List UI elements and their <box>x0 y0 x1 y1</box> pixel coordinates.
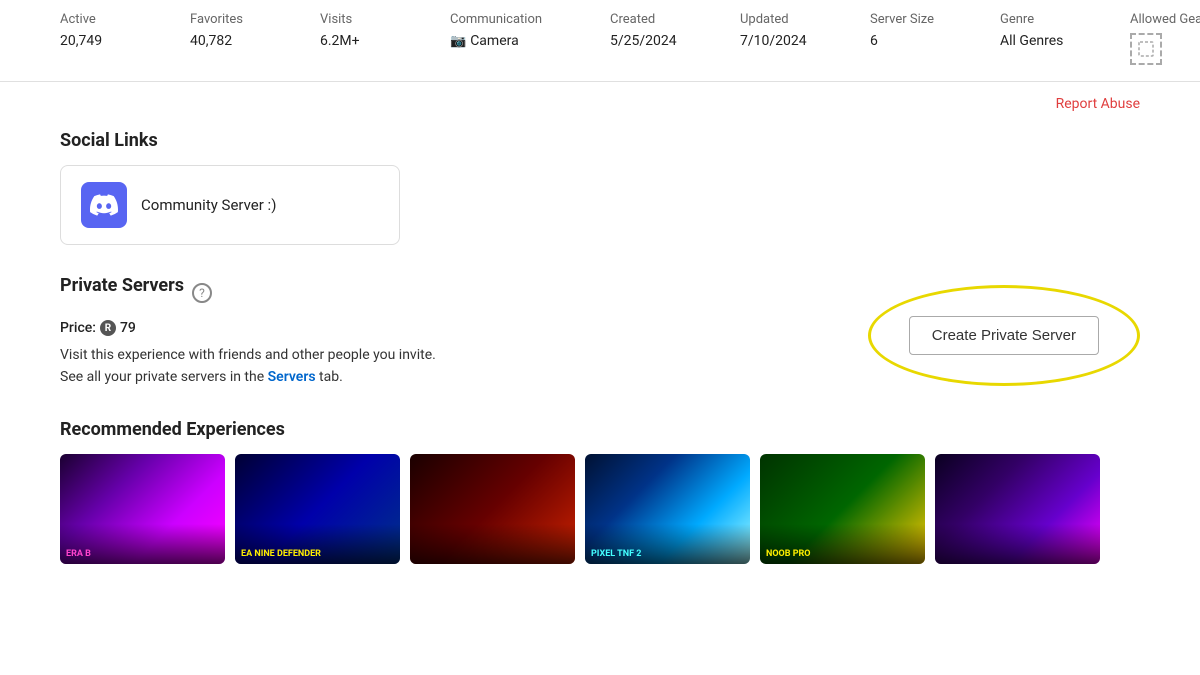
stat-updated-value: 7/10/2024 <box>740 33 840 49</box>
create-server-container: Create Private Server <box>868 285 1140 386</box>
stats-row: Active 20,749 Favorites 40,782 Visits 6.… <box>60 12 1140 65</box>
thumb-4-label: PIXEL TNF 2 <box>591 549 641 560</box>
recommended-section: Recommended Experiences ERA B EA NINE DE… <box>0 409 1200 564</box>
stat-favorites: Favorites 40,782 <box>190 12 290 49</box>
report-abuse-link[interactable]: Report Abuse <box>1056 96 1140 112</box>
discord-server-label: Community Server :) <box>141 196 276 214</box>
page-wrapper: Active 20,749 Favorites 40,782 Visits 6.… <box>0 0 1200 675</box>
thumb-2-label: EA NINE DEFENDER <box>241 549 321 560</box>
stat-created-label: Created <box>610 12 710 27</box>
price-label: Price: <box>60 320 96 336</box>
create-private-server-button[interactable]: Create Private Server <box>909 316 1099 355</box>
stat-server-size: Server Size 6 <box>870 12 970 49</box>
stat-visits-value: 6.2M+ <box>320 33 420 49</box>
stat-server-size-value: 6 <box>870 33 970 49</box>
stat-genre-label: Genre <box>1000 12 1100 27</box>
private-servers-section: Private Servers ? Price: R 79 Visit this… <box>0 265 1200 409</box>
allowed-gear-icon <box>1130 33 1162 65</box>
game-thumb-3[interactable] <box>410 454 575 564</box>
highlight-oval: Create Private Server <box>868 285 1140 386</box>
stat-server-size-label: Server Size <box>870 12 970 27</box>
social-links-section: Social Links Community Server :) <box>0 122 1200 265</box>
stat-genre: Genre All Genres <box>1000 12 1100 49</box>
game-thumb-5[interactable]: NOOB PRO <box>760 454 925 564</box>
stat-active-value: 20,749 <box>60 33 160 49</box>
report-section: Report Abuse <box>0 82 1200 122</box>
help-icon[interactable]: ? <box>192 283 212 303</box>
stat-updated: Updated 7/10/2024 <box>740 12 840 49</box>
stat-created-value: 5/25/2024 <box>610 33 710 49</box>
stat-active: Active 20,749 <box>60 12 160 49</box>
game-thumb-2[interactable]: EA NINE DEFENDER <box>235 454 400 564</box>
stat-communication-label: Communication <box>450 12 580 27</box>
stat-visits-label: Visits <box>320 12 420 27</box>
description-line2-prefix: See all your private servers in the <box>60 369 268 385</box>
game-thumb-4[interactable]: PIXEL TNF 2 <box>585 454 750 564</box>
game-thumbnails: ERA B EA NINE DEFENDER PIXEL TNF 2 NOOB … <box>60 454 1140 564</box>
stat-allowed-gear-label: Allowed Gear <box>1130 12 1200 27</box>
discord-card[interactable]: Community Server :) <box>60 165 400 245</box>
game-thumb-6[interactable] <box>935 454 1100 564</box>
stat-genre-value: All Genres <box>1000 33 1100 49</box>
thumb-1-label: ERA B <box>66 549 91 560</box>
robux-icon: R <box>100 320 116 336</box>
stats-section: Active 20,749 Favorites 40,782 Visits 6.… <box>0 0 1200 82</box>
stat-updated-label: Updated <box>740 12 840 27</box>
servers-tab-link[interactable]: Servers <box>268 369 316 385</box>
game-thumb-1[interactable]: ERA B <box>60 454 225 564</box>
stat-created: Created 5/25/2024 <box>610 12 710 49</box>
stat-communication: Communication 📷 Camera <box>450 12 580 49</box>
stat-active-label: Active <box>60 12 160 27</box>
stat-communication-value: 📷 Camera <box>450 33 580 49</box>
stat-favorites-label: Favorites <box>190 12 290 27</box>
stat-visits: Visits 6.2M+ <box>320 12 420 49</box>
thumb-5-label: NOOB PRO <box>766 549 811 560</box>
description-line1: Visit this experience with friends and o… <box>60 347 436 363</box>
recommended-title: Recommended Experiences <box>60 419 1140 440</box>
description-line2-suffix: tab. <box>316 369 343 385</box>
price-value: 79 <box>120 320 136 336</box>
camera-icon: 📷 <box>450 34 466 49</box>
discord-icon <box>81 182 127 228</box>
stat-allowed-gear: Allowed Gear <box>1130 12 1200 65</box>
social-links-title: Social Links <box>60 130 1140 151</box>
private-servers-title: Private Servers <box>60 275 184 296</box>
stat-favorites-value: 40,782 <box>190 33 290 49</box>
